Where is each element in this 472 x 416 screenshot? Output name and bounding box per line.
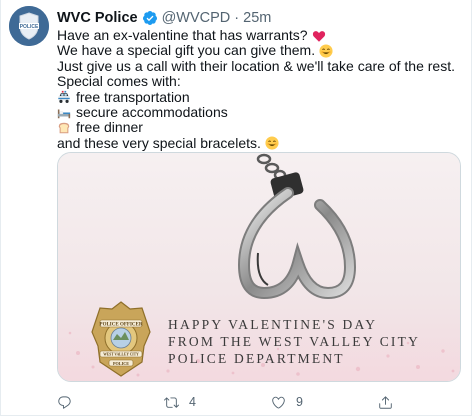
share-icon [379, 395, 392, 409]
tweet-line-text: Special comes with: [57, 73, 181, 90]
police-badge-avatar-icon: POLICE [9, 6, 49, 46]
tweet-text: Have an ex-valentine that has warrants? … [57, 27, 461, 151]
tweet-line: Have an ex-valentine that has warrants? [57, 27, 461, 43]
tweet-header: WVC Police @WVCPD · 25m [57, 9, 271, 27]
like-icon [272, 396, 285, 409]
tweet-line: free transportation [57, 88, 461, 105]
retweet-button[interactable]: 4 [164, 395, 196, 410]
caption-line: POLICE DEPARTMENT [168, 351, 345, 366]
verified-icon [142, 11, 157, 25]
caption-line: FROM THE WEST VALLEY CITY [168, 334, 421, 349]
bed-icon [57, 109, 71, 118]
tweet-line-text: and these very special bracelets. [57, 134, 261, 151]
retweet-icon [164, 396, 179, 408]
tweet-line-text: Have an ex-valentine that has warrants? [57, 27, 308, 43]
tweet-line: We have a special gift you can give them… [57, 42, 461, 59]
tweet-line-text: free dinner [76, 119, 143, 136]
retweet-count: 4 [189, 395, 196, 409]
like-count: 9 [296, 395, 303, 409]
tweet-line-text: Just give us a call with their location … [57, 57, 455, 74]
bread-icon [58, 122, 70, 134]
share-button[interactable] [378, 395, 403, 410]
badge-text-top: POLICE OFFICER [100, 323, 143, 328]
caption-line: HAPPY VALENTINE'S DAY [168, 317, 378, 332]
separator-dot: · [234, 10, 240, 26]
tweet-line: Just give us a call with their location … [57, 57, 461, 74]
tweet-line: free dinner [57, 119, 461, 136]
action-bar: 4 9 [57, 393, 461, 411]
avatar[interactable]: POLICE [9, 6, 49, 46]
author-handle[interactable]: @WVCPD [162, 10, 231, 26]
tweet-line: Special comes with: [57, 73, 461, 90]
card-caption: HAPPY VALENTINE'S DAY FROM THE WEST VALL… [168, 316, 448, 367]
police-car-icon [58, 91, 70, 104]
svg-text:POLICE: POLICE [20, 24, 39, 30]
tweet-line-text: free transportation [76, 88, 190, 105]
tweet-line-text: We have a special gift you can give them… [57, 42, 316, 59]
like-button[interactable]: 9 [271, 395, 303, 410]
tweet-line: and these very special bracelets. [57, 134, 461, 151]
smiling-face-icon [319, 44, 333, 58]
reply-button[interactable] [57, 395, 82, 410]
reply-icon [58, 395, 71, 409]
police-badge-emblem: POLICE OFFICER WEST VALLEY CITY POLICE [91, 301, 151, 377]
media-card[interactable]: POLICE OFFICER WEST VALLEY CITY POLICE H… [57, 152, 461, 382]
red-heart-icon [312, 30, 325, 42]
smiling-face-icon [265, 136, 279, 150]
badge-text-bottom: POLICE [113, 361, 129, 366]
author-name[interactable]: WVC Police [57, 10, 138, 26]
badge-text-middle: WEST VALLEY CITY [103, 353, 139, 357]
tweet[interactable]: POLICE WVC Police @WVCPD · 25m Have an e… [0, 0, 472, 416]
timestamp[interactable]: 25m [243, 10, 271, 26]
tweet-line: secure accommodations [57, 103, 461, 120]
tweet-line-text: secure accommodations [76, 103, 228, 120]
